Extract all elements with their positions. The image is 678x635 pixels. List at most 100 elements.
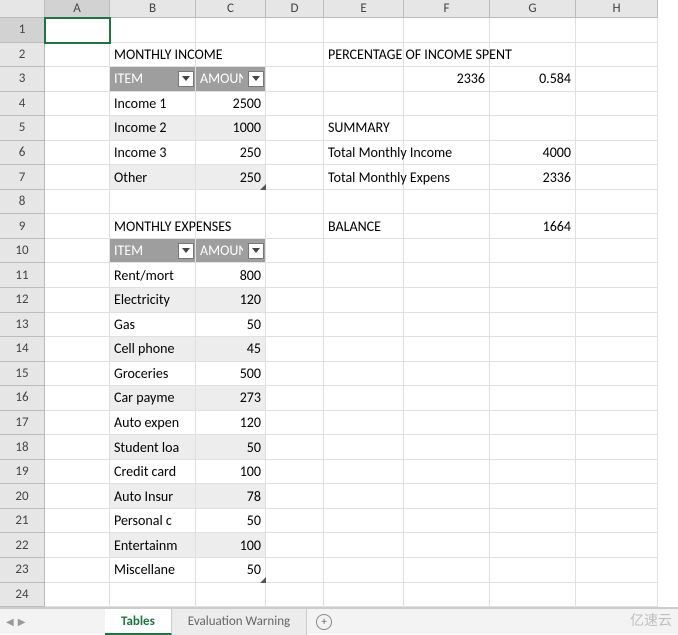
row-header-16[interactable]: 16 [0,386,45,411]
cell-A6[interactable] [45,141,110,166]
row-header-24[interactable]: 24 [0,583,45,608]
column-header-B[interactable]: B [110,0,196,18]
cell-E12[interactable] [324,288,404,313]
cell-H14[interactable] [576,337,658,362]
cell-H3[interactable] [576,67,658,92]
cell-B20[interactable]: Auto Insur [110,484,196,509]
cell-C16[interactable]: 273 [196,386,266,411]
row-header-9[interactable]: 9 [0,214,45,239]
cell-F8[interactable] [404,190,490,215]
cell-D12[interactable] [266,288,324,313]
cell-D9[interactable] [266,214,324,239]
cell-B11[interactable]: Rent/mort [110,263,196,288]
cell-H1[interactable] [576,18,658,43]
cell-G22[interactable] [490,533,576,558]
column-header-C[interactable]: C [196,0,266,18]
row-header-12[interactable]: 12 [0,288,45,313]
cell-F5[interactable] [404,116,490,141]
cell-G20[interactable] [490,484,576,509]
cell-E16[interactable] [324,386,404,411]
cell-B24[interactable] [110,583,196,608]
cell-H10[interactable] [576,239,658,264]
cell-D23[interactable] [266,558,324,583]
cell-F12[interactable] [404,288,490,313]
cell-H11[interactable] [576,263,658,288]
cell-G17[interactable] [490,411,576,436]
row-header-5[interactable]: 5 [0,116,45,141]
cell-C10[interactable]: AMOUN [196,239,266,264]
cell-D3[interactable] [266,67,324,92]
column-header-D[interactable]: D [266,0,324,18]
cell-G4[interactable] [490,92,576,117]
cell-A15[interactable] [45,362,110,387]
cell-F24[interactable] [404,583,490,608]
cell-C14[interactable]: 45 [196,337,266,362]
cell-G24[interactable] [490,583,576,608]
cell-F14[interactable] [404,337,490,362]
row-header-7[interactable]: 7 [0,165,45,190]
cell-D18[interactable] [266,435,324,460]
add-sheet-button[interactable]: + [307,614,341,630]
filter-dropdown-icon[interactable] [248,243,264,259]
cell-C15[interactable]: 500 [196,362,266,387]
cell-G15[interactable] [490,362,576,387]
cell-C5[interactable]: 1000 [196,116,266,141]
cell-E9[interactable]: BALANCE [324,214,404,239]
row-header-23[interactable]: 23 [0,558,45,583]
cell-D17[interactable] [266,411,324,436]
cell-E3[interactable] [324,67,404,92]
cell-B22[interactable]: Entertainm [110,533,196,558]
cell-H7[interactable] [576,165,658,190]
cell-G18[interactable] [490,435,576,460]
cell-E10[interactable] [324,239,404,264]
row-header-14[interactable]: 14 [0,337,45,362]
cell-F3[interactable]: 2336 [404,67,490,92]
cell-A20[interactable] [45,484,110,509]
row-header-20[interactable]: 20 [0,484,45,509]
cell-A14[interactable] [45,337,110,362]
row-header-11[interactable]: 11 [0,263,45,288]
cell-A11[interactable] [45,263,110,288]
cell-B16[interactable]: Car payme [110,386,196,411]
cell-A9[interactable] [45,214,110,239]
cell-G11[interactable] [490,263,576,288]
cell-A3[interactable] [45,67,110,92]
cell-F1[interactable] [404,18,490,43]
cell-C23[interactable]: 50 [196,558,266,583]
cell-A19[interactable] [45,460,110,485]
cell-B5[interactable]: Income 2 [110,116,196,141]
cell-E5[interactable]: SUMMARY [324,116,404,141]
cell-E15[interactable] [324,362,404,387]
sheet-scroll-arrows[interactable]: ◀▶ [0,609,31,635]
cell-H19[interactable] [576,460,658,485]
cell-D6[interactable] [266,141,324,166]
cell-D5[interactable] [266,116,324,141]
cell-A10[interactable] [45,239,110,264]
cell-B6[interactable]: Income 3 [110,141,196,166]
cell-D15[interactable] [266,362,324,387]
cell-E8[interactable] [324,190,404,215]
cell-E20[interactable] [324,484,404,509]
cell-F16[interactable] [404,386,490,411]
cell-E19[interactable] [324,460,404,485]
cell-G6[interactable]: 4000 [490,141,576,166]
cell-G5[interactable] [490,116,576,141]
cell-F10[interactable] [404,239,490,264]
cell-B19[interactable]: Credit card [110,460,196,485]
cell-A5[interactable] [45,116,110,141]
cell-F19[interactable] [404,460,490,485]
cell-G8[interactable] [490,190,576,215]
cell-A8[interactable] [45,190,110,215]
cell-B17[interactable]: Auto expen [110,411,196,436]
cell-D24[interactable] [266,583,324,608]
cell-G12[interactable] [490,288,576,313]
cell-F21[interactable] [404,509,490,534]
filter-dropdown-icon[interactable] [178,71,194,87]
cell-E21[interactable] [324,509,404,534]
cell-F22[interactable] [404,533,490,558]
cell-A2[interactable] [45,43,110,68]
cell-B23[interactable]: Miscellane [110,558,196,583]
cell-C12[interactable]: 120 [196,288,266,313]
row-header-17[interactable]: 17 [0,411,45,436]
cell-B14[interactable]: Cell phone [110,337,196,362]
